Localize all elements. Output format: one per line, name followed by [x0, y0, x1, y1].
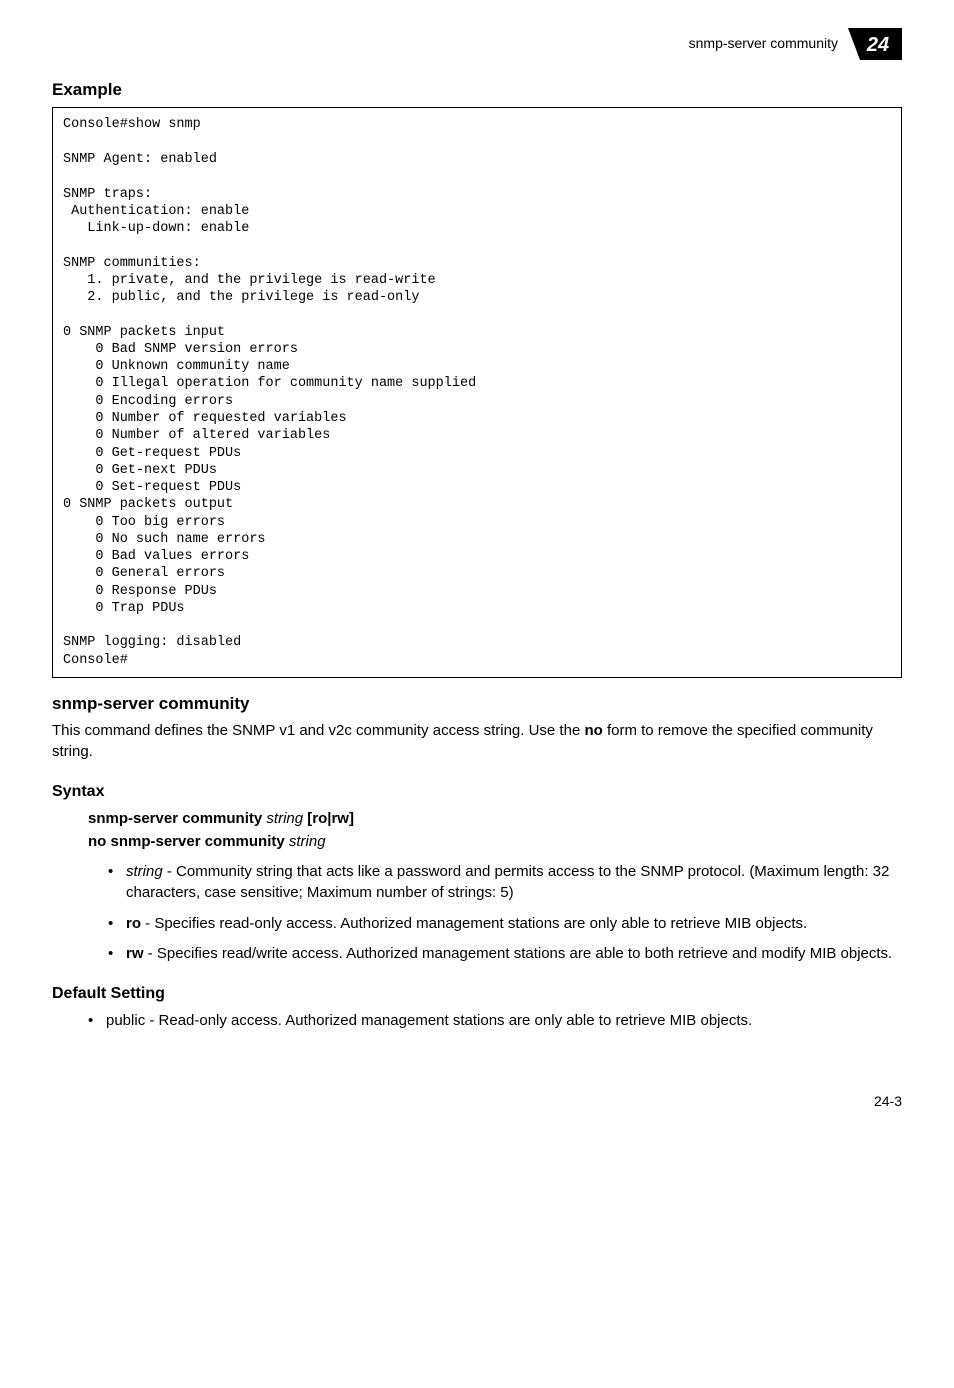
syntax-block: snmp-server community string [ro|rw] no … [88, 809, 902, 852]
default-bullet-list: public - Read-only access. Authorized ma… [88, 1011, 902, 1032]
syntax-heading: Syntax [52, 781, 902, 803]
syntax-arg-1: string [266, 810, 303, 827]
command-heading: snmp-server community [52, 692, 902, 715]
page-number: 24-3 [52, 1092, 902, 1111]
syntax-arg-2: string [289, 833, 326, 850]
default-bullet-1: public - Read-only access. Authorized ma… [88, 1011, 902, 1032]
param3-rest: - Specifies read/write access. Authorize… [144, 945, 893, 962]
command-description: This command defines the SNMP v1 and v2c… [52, 721, 902, 762]
syntax-line-2: no snmp-server community string [88, 832, 902, 853]
syntax-cmd-2: no snmp-server community [88, 833, 285, 850]
param-bullet-3: rw - Specifies read/write access. Author… [108, 944, 902, 965]
example-heading: Example [52, 78, 902, 101]
console-output: Console#show snmp SNMP Agent: enabled SN… [52, 107, 902, 678]
param3-term: rw [126, 945, 144, 962]
syntax-opt1: ro [312, 810, 327, 827]
param-bullet-list: string - Community string that acts like… [108, 862, 902, 965]
chapter-badge: 24 [848, 28, 902, 60]
param-bullet-2: ro - Specifies read-only access. Authori… [108, 914, 902, 935]
chapter-badge-icon: 24 [848, 28, 902, 60]
page-header: snmp-server community 24 [52, 28, 902, 60]
syntax-br-close: ] [349, 810, 354, 827]
chapter-number: 24 [866, 34, 889, 56]
param1-rest: - Community string that acts like a pass… [126, 863, 889, 901]
syntax-cmd-1: snmp-server community [88, 810, 262, 827]
param2-term: ro [126, 915, 141, 932]
cmd-desc-pre: This command defines the SNMP v1 and v2c… [52, 722, 584, 739]
syntax-line-1: snmp-server community string [ro|rw] [88, 809, 902, 830]
param-bullet-1: string - Community string that acts like… [108, 862, 902, 903]
cmd-desc-bold: no [584, 722, 602, 739]
syntax-br-open: [ [303, 810, 312, 827]
param2-rest: - Specifies read-only access. Authorized… [141, 915, 807, 932]
default-setting-heading: Default Setting [52, 983, 902, 1005]
running-title: snmp-server community [689, 34, 838, 53]
param1-term: string [126, 863, 163, 880]
syntax-opt2: rw [331, 810, 349, 827]
